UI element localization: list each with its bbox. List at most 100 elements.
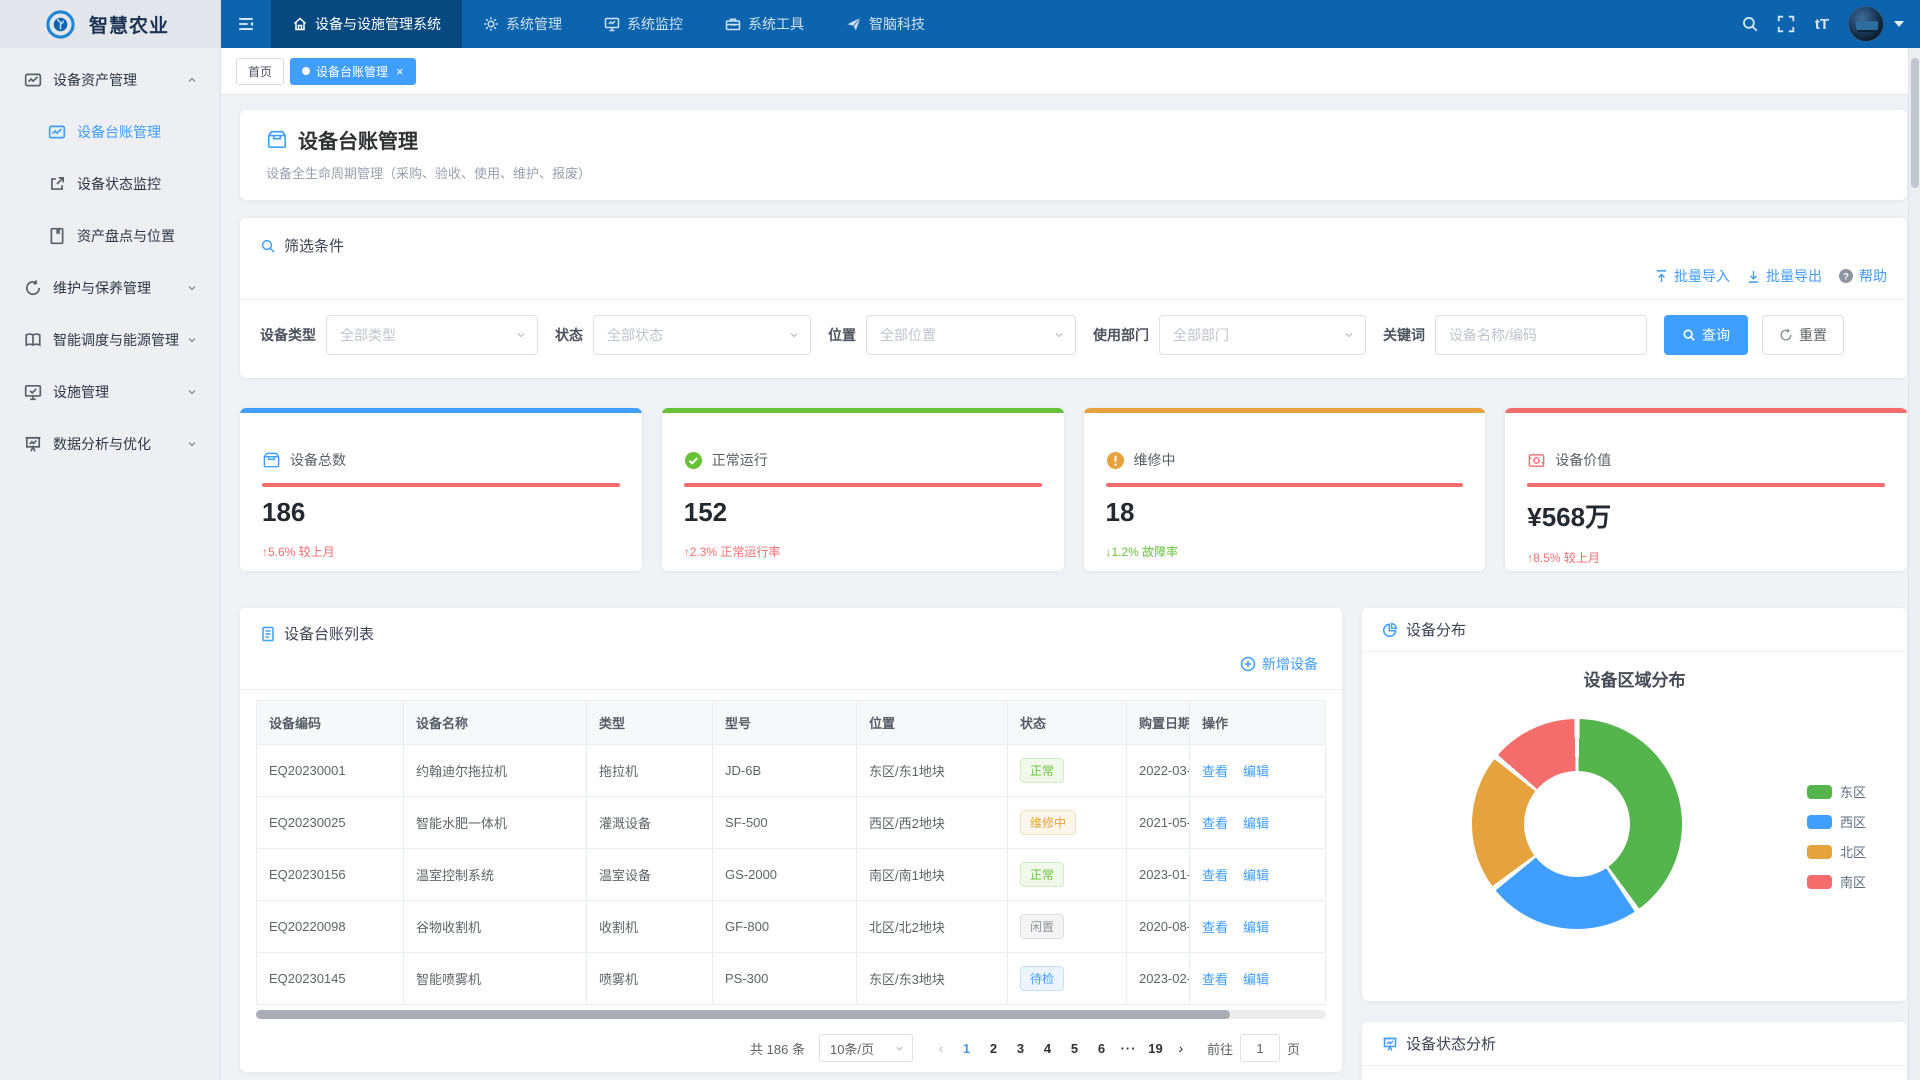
column-header: 设备名称 [404, 701, 587, 745]
page-size-select[interactable]: 10条/页 [819, 1034, 913, 1062]
nav-item-label: 设备与设施管理系统 [315, 14, 441, 34]
stat-value: 18 [1106, 497, 1464, 528]
page-number[interactable]: 1 [953, 1041, 980, 1056]
help-link[interactable]: ? 帮助 [1838, 266, 1887, 286]
field-label: 设备类型 [260, 325, 316, 345]
prev-page-button[interactable]: ‹ [929, 1040, 953, 1056]
search-icon[interactable] [1732, 0, 1768, 48]
sidebar-item-asset-inventory[interactable]: 资产盘点与位置 [0, 210, 220, 262]
department-select[interactable]: 全部部门 [1159, 315, 1366, 355]
sidebar-item-data-analysis[interactable]: 数据分析与优化 [0, 418, 220, 470]
cell-actions: 查看编辑 [1190, 745, 1326, 797]
device-type-select[interactable]: 全部类型 [326, 315, 538, 355]
nav-item-equipment-system[interactable]: 设备与设施管理系统 [271, 0, 462, 48]
legend-item[interactable]: 东区 [1807, 782, 1866, 801]
sidebar-item-facility[interactable]: 设施管理 [0, 366, 220, 418]
legend-label: 西区 [1840, 812, 1866, 831]
row-action-link[interactable]: 编辑 [1243, 816, 1269, 831]
batch-import-link[interactable]: 批量导入 [1654, 266, 1730, 286]
cell-name: 约翰迪尔拖拉机 [404, 745, 587, 797]
fullscreen-icon[interactable] [1768, 0, 1804, 48]
legend-item[interactable]: 北区 [1807, 842, 1866, 861]
collapse-menu-icon[interactable] [221, 0, 271, 48]
scrollbar-thumb[interactable] [1911, 58, 1919, 188]
search-icon [1682, 328, 1696, 342]
scrollbar-thumb[interactable] [256, 1010, 1230, 1019]
font-size-icon[interactable]: tT [1804, 0, 1840, 48]
row-action-link[interactable]: 编辑 [1243, 972, 1269, 987]
tab-device-ledger[interactable]: 设备台账管理 × [290, 58, 416, 85]
row-action-link[interactable]: 编辑 [1243, 920, 1269, 935]
chevron-down-icon [1053, 329, 1065, 341]
chevron-down-icon [186, 438, 198, 450]
row-action-link[interactable]: 查看 [1202, 972, 1228, 987]
stat-card-value: 设备价值 ¥568万 ↑8.5% 较上月 [1505, 408, 1907, 571]
reset-button[interactable]: 重置 [1762, 315, 1844, 355]
legend-label: 北区 [1840, 842, 1866, 861]
row-action-link[interactable]: 查看 [1202, 764, 1228, 779]
avatar[interactable] [1848, 6, 1884, 42]
document-list-icon [260, 626, 276, 642]
stat-title: 正常运行 [712, 450, 768, 470]
row-action-link[interactable]: 编辑 [1243, 868, 1269, 883]
page-number[interactable]: 5 [1061, 1041, 1088, 1056]
close-icon[interactable]: × [396, 65, 404, 78]
sidebar-item-device-ledger[interactable]: 设备台账管理 [0, 106, 220, 158]
paper-plane-icon [846, 16, 862, 32]
page-number[interactable]: 6 [1088, 1041, 1115, 1056]
row-action-link[interactable]: 查看 [1202, 920, 1228, 935]
nav-item-system-management[interactable]: 系统管理 [462, 0, 583, 48]
next-page-button[interactable]: › [1169, 1040, 1193, 1056]
cell-actions: 查看编辑 [1190, 797, 1326, 849]
cell-type: 温室设备 [587, 849, 713, 901]
status-select[interactable]: 全部状态 [593, 315, 811, 355]
tab-home[interactable]: 首页 [236, 58, 284, 85]
stats-row: 设备总数 186 ↑5.6% 较上月 正常运行 152 ↑2.3% 正常运行率 … [240, 408, 1907, 571]
chevron-down-icon [788, 329, 800, 341]
location-select[interactable]: 全部位置 [866, 315, 1076, 355]
status-badge: 待检 [1020, 966, 1064, 991]
sidebar-item-equipment-assets[interactable]: 设备资产管理 [0, 54, 220, 106]
sidebar-item-scheduling-energy[interactable]: 智能调度与能源管理 [0, 314, 220, 366]
row-action-link[interactable]: 编辑 [1243, 764, 1269, 779]
nav-item-label: 系统监控 [627, 14, 683, 34]
row-action-link[interactable]: 查看 [1202, 868, 1228, 883]
legend-item[interactable]: 西区 [1807, 812, 1866, 831]
batch-export-link[interactable]: 批量导出 [1746, 266, 1822, 286]
page-number[interactable]: 2 [980, 1041, 1007, 1056]
external-link-icon [48, 175, 66, 193]
pagination-ellipsis[interactable]: ··· [1115, 1041, 1142, 1056]
page-number[interactable]: 19 [1142, 1041, 1169, 1056]
page-header-card: 设备台账管理 设备全生命周期管理（采购、验收、使用、维护、报废） [240, 110, 1907, 200]
cell-model: GS-2000 [713, 849, 857, 901]
sidebar-item-label: 数据分析与优化 [53, 434, 151, 454]
keyword-input[interactable] [1435, 315, 1647, 355]
horizontal-scrollbar[interactable] [256, 1010, 1326, 1019]
column-header: 操作 [1190, 701, 1326, 745]
device-table-body: EQ20230001约翰迪尔拖拉机拖拉机JD-6B东区/东1地块正常2022-0… [257, 745, 1326, 1005]
nav-item-zhinao-tech[interactable]: 智脑科技 [825, 0, 946, 48]
stat-title: 设备价值 [1555, 450, 1611, 470]
goto-page-input[interactable] [1240, 1034, 1280, 1062]
sidebar-item-maintenance[interactable]: 维护与保养管理 [0, 262, 220, 314]
page-number[interactable]: 4 [1034, 1041, 1061, 1056]
row-action-link[interactable]: 查看 [1202, 816, 1228, 831]
legend-item[interactable]: 南区 [1807, 872, 1866, 891]
chevron-down-icon[interactable] [1894, 21, 1904, 27]
nav-item-system-monitor[interactable]: 系统监控 [583, 0, 704, 48]
cell-status: 维修中 [1008, 797, 1127, 849]
page-number[interactable]: 3 [1007, 1041, 1034, 1056]
sidebar-item-label: 设备状态监控 [77, 174, 161, 194]
question-circle-icon: ? [1838, 268, 1854, 284]
add-device-button[interactable]: 新增设备 [1240, 654, 1318, 674]
search-button[interactable]: 查询 [1664, 315, 1748, 355]
cell-status: 待检 [1008, 953, 1127, 1005]
sidebar-item-device-status[interactable]: 设备状态监控 [0, 158, 220, 210]
accent-bar [1505, 408, 1907, 413]
page-scrollbar[interactable] [1908, 48, 1920, 1080]
cell-status: 闲置 [1008, 901, 1127, 953]
cell-status: 正常 [1008, 849, 1127, 901]
nav-item-system-tools[interactable]: 系统工具 [704, 0, 825, 48]
sidebar-menu: 设备资产管理 设备台账管理 设备状态监控 资产盘点与位置 维护与保养管理 智能调… [0, 48, 220, 470]
plus-circle-icon [1240, 656, 1256, 672]
